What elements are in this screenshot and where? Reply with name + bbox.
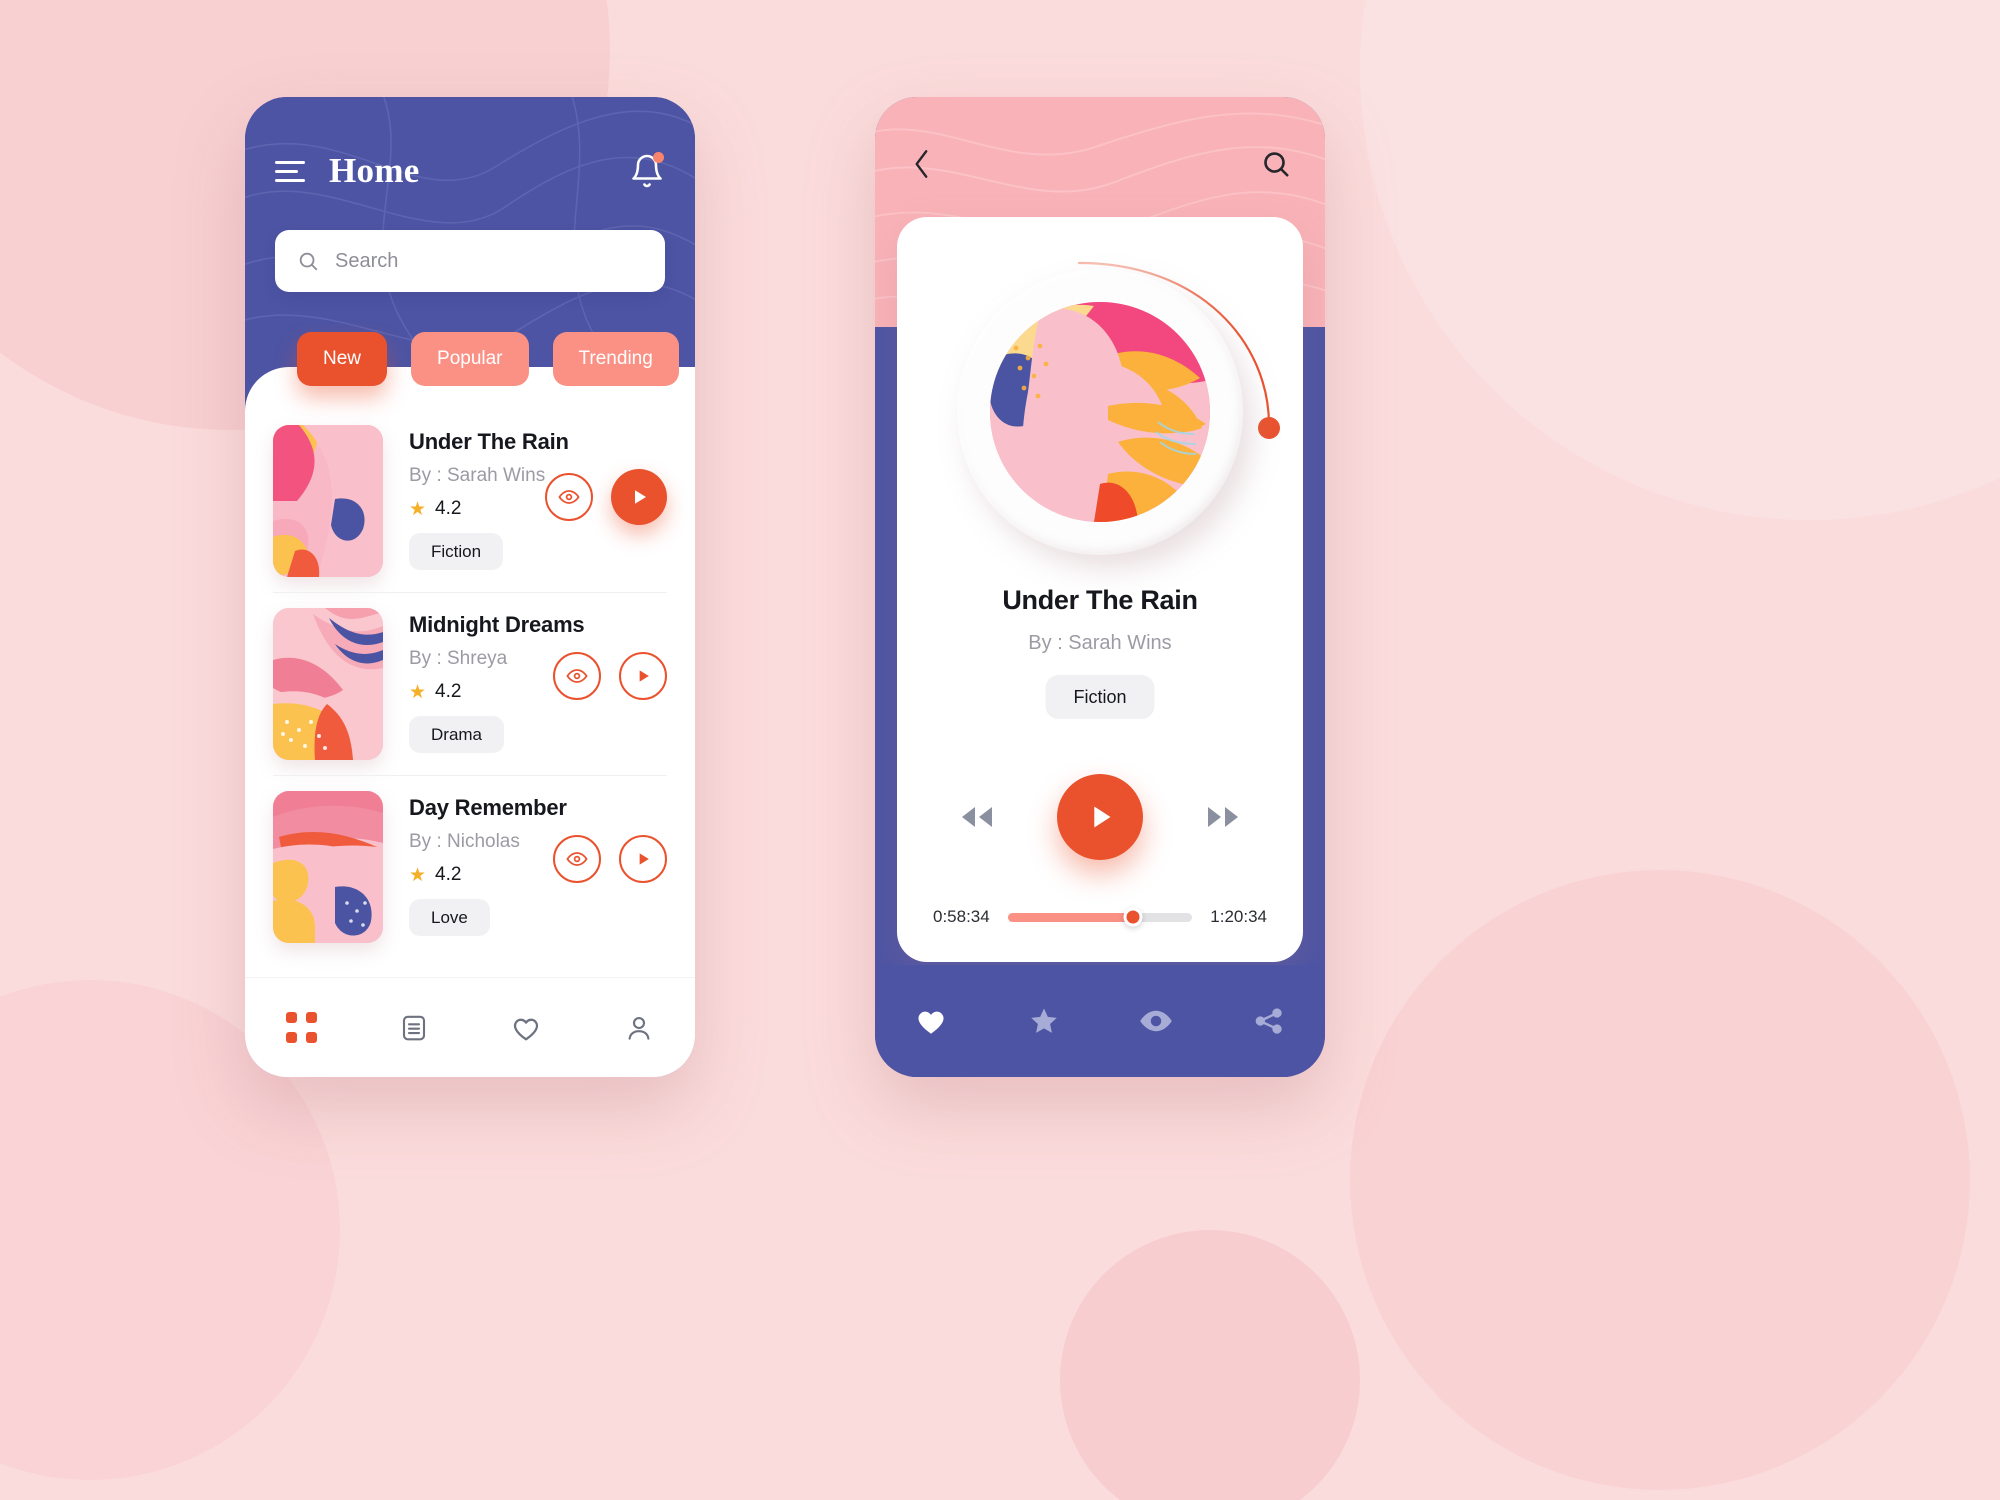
eye-icon <box>566 669 588 683</box>
cover-art <box>273 608 383 760</box>
tab-trending[interactable]: Trending <box>552 332 679 386</box>
notification-dot <box>653 152 664 163</box>
star-icon: ★ <box>409 681 427 703</box>
view-button[interactable] <box>553 652 601 700</box>
background-blob <box>1060 1230 1360 1500</box>
play-icon <box>635 490 646 504</box>
action-view[interactable] <box>1100 1003 1213 1039</box>
list-item-actions <box>553 835 667 883</box>
list-item[interactable]: Midnight Dreams By : Shreya ★ 4.2 Drama <box>245 592 695 775</box>
progress-fill <box>1007 912 1134 922</box>
tab-new[interactable]: New <box>297 332 388 386</box>
grid-icon <box>285 1012 317 1043</box>
album-art-container <box>957 261 1280 555</box>
playback-controls <box>897 769 1303 865</box>
category-tabs: New Popular Trending <box>297 332 679 386</box>
book-title: Day Remember <box>409 795 567 820</box>
nav-item-favorites[interactable] <box>470 978 583 1077</box>
progress-thumb[interactable] <box>1123 907 1143 927</box>
player-screen: Under The Rain By : Sarah Wins Fiction 0… <box>875 97 1325 1077</box>
star-icon: ★ <box>409 864 427 886</box>
home-header: Home Search <box>245 97 695 372</box>
play-icon <box>639 853 649 865</box>
back-chevron-icon[interactable] <box>909 147 935 181</box>
share-icon <box>1255 1008 1282 1034</box>
rating-value: 4.2 <box>435 864 462 885</box>
book-title: Under The Rain <box>409 429 569 454</box>
progress-slider[interactable] <box>1007 907 1193 927</box>
star-icon <box>1031 1008 1057 1033</box>
search-icon <box>299 252 318 271</box>
player-topbar <box>875 139 1325 189</box>
now-playing-author: By : Sarah Wins <box>1028 632 1172 654</box>
home-topbar: Home <box>245 145 695 197</box>
genre-badge: Fiction <box>1045 675 1155 719</box>
tab-popular[interactable]: Popular <box>411 332 529 386</box>
list-item[interactable]: Day Remember By : Nicholas ★ 4.2 Love <box>245 775 695 958</box>
rating-value: 4.2 <box>435 681 462 702</box>
search-input[interactable]: Search <box>275 230 665 292</box>
album-art <box>990 302 1210 522</box>
nav-item-profile[interactable] <box>583 978 696 1077</box>
action-favorite[interactable] <box>875 1004 988 1038</box>
play-icon <box>1094 806 1111 828</box>
bottom-navigation <box>245 977 695 1077</box>
rating-value: 4.2 <box>435 498 462 519</box>
book-title: Midnight Dreams <box>409 612 585 637</box>
total-time: 1:20:34 <box>1210 907 1267 926</box>
heart-icon <box>918 1011 944 1034</box>
background-blob <box>1350 870 1970 1490</box>
eye-icon <box>566 852 588 866</box>
player-card: Under The Rain By : Sarah Wins Fiction 0… <box>897 217 1303 962</box>
background-blob <box>1360 0 2000 520</box>
play-button[interactable] <box>619 835 667 883</box>
action-share[interactable] <box>1213 1005 1326 1037</box>
cover-art <box>273 791 383 943</box>
list-item-actions <box>545 469 667 525</box>
now-playing-title: Under The Rain <box>1002 585 1198 615</box>
nav-item-library[interactable] <box>358 978 471 1077</box>
cover-art <box>273 425 383 577</box>
home-screen: Home Search New Popular Trending Under T… <box>245 97 695 1077</box>
play-button[interactable] <box>619 652 667 700</box>
genre-badge: Fiction <box>409 533 504 570</box>
book-list: Under The Rain By : Sarah Wins ★ 4.2 Fic… <box>245 409 695 958</box>
rewind-icon[interactable] <box>959 803 995 831</box>
hamburger-icon[interactable] <box>275 160 305 182</box>
action-rate[interactable] <box>988 1004 1101 1038</box>
genre-badge: Drama <box>409 716 505 753</box>
play-icon <box>639 670 649 682</box>
list-item[interactable]: Under The Rain By : Sarah Wins ★ 4.2 Fic… <box>245 409 695 592</box>
list-document-icon <box>402 1015 425 1040</box>
play-button[interactable] <box>1057 774 1143 860</box>
star-icon: ★ <box>409 498 427 520</box>
search-icon[interactable] <box>1261 149 1291 179</box>
nav-item-home[interactable] <box>245 978 358 1077</box>
view-button[interactable] <box>545 473 593 521</box>
eye-icon <box>558 490 580 504</box>
list-item-actions <box>553 652 667 700</box>
heart-icon <box>514 1018 539 1040</box>
genre-badge: Love <box>409 899 490 936</box>
search-placeholder: Search <box>335 249 399 272</box>
list-container: Under The Rain By : Sarah Wins ★ 4.2 Fic… <box>245 367 695 1077</box>
bell-icon[interactable] <box>629 152 665 190</box>
current-time: 0:58:34 <box>933 907 990 926</box>
fast-forward-icon[interactable] <box>1205 803 1241 831</box>
eye-icon <box>1140 1010 1172 1032</box>
progress-bar-row: 0:58:34 1:20:34 <box>897 907 1303 927</box>
player-action-bar <box>875 965 1325 1077</box>
view-button[interactable] <box>553 835 601 883</box>
person-icon <box>628 1016 650 1040</box>
play-button[interactable] <box>611 469 667 525</box>
page-title: Home <box>329 151 420 190</box>
